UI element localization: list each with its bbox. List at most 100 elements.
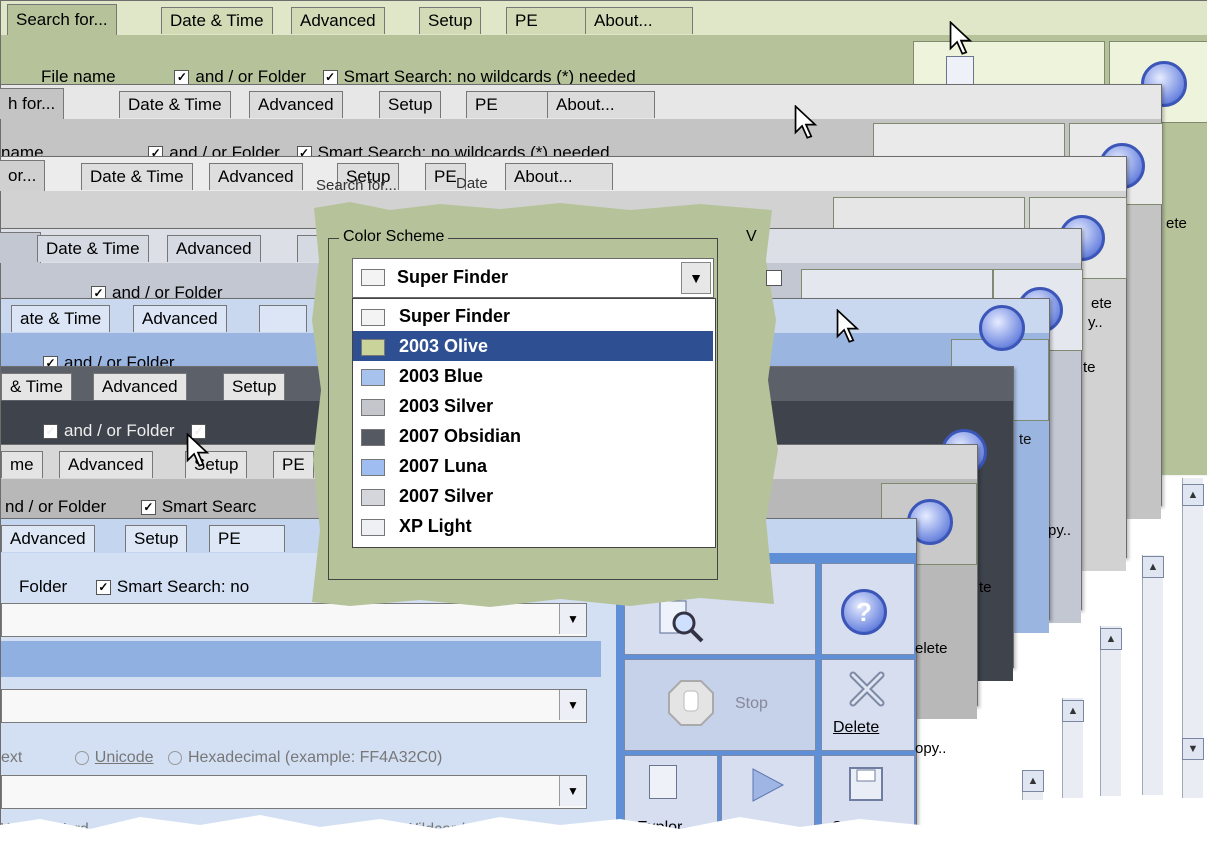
mouse-pointer-icon [836,309,860,343]
tab-search[interactable]: h for... [0,88,65,119]
scheme-icon [361,459,385,476]
section-header [1,641,601,677]
scheme-option-2007-luna[interactable]: 2007 Luna [353,451,713,481]
tab-search[interactable]: or... [0,160,46,191]
chevron-down-icon[interactable]: ▼ [559,690,586,720]
scheme-icon [361,399,385,416]
option-row: Folder ✓ Smart Search: no [19,577,249,597]
text-option-label: ext [1,749,23,766]
tab-pe[interactable]: PE [209,525,285,552]
tab-date-time[interactable]: ate & Time [11,305,111,332]
unicode-label: Unicode [94,749,154,766]
tab-date-time[interactable]: Date & Time [119,91,231,118]
scheme-icon [361,309,385,326]
and-or-folder-checkbox[interactable]: ✓ [43,424,58,440]
tab-search[interactable] [0,232,41,263]
scheme-option-2003-blue[interactable]: 2003 Blue [353,361,713,391]
tab-advanced[interactable]: Advanced [249,91,343,118]
color-scheme-options: Super Finder 2003 Olive 2003 Blue 2003 S… [352,298,716,548]
scheme-option-2003-silver[interactable]: 2003 Silver [353,391,713,421]
delete-label: ete [1166,215,1187,232]
scheme-icon [361,339,385,356]
smart-search-checkbox[interactable]: ✓ [140,500,156,516]
tab-advanced[interactable]: Advanced [59,451,153,478]
stop-hand-icon [668,680,714,726]
tab-setup[interactable]: Setup [125,525,188,552]
delete-label: elete [915,640,948,657]
chevron-up-icon[interactable]: ▲ [1022,770,1044,792]
tab-advanced[interactable]: Advanced [133,305,227,332]
tab-advanced[interactable]: Advanced [291,7,385,34]
tab-setup[interactable]: Setup [223,373,286,400]
copy-label: y.. [1088,314,1103,331]
tab-strip: Search for... Date & Time Advanced Setup… [1,1,1207,35]
tab-me[interactable]: me [1,451,43,478]
overlap-tab-date: Date [456,175,488,192]
tab-advanced[interactable]: Advanced [1,525,95,552]
folder-label: Folder [19,577,68,596]
tab-search[interactable]: Search for... [7,4,117,35]
overlap-tab-text: Search for... [316,177,397,194]
tab-setup[interactable]: Setup [419,7,482,34]
tab-pe[interactable]: PE [466,91,548,118]
explore-icon [649,765,677,799]
delete-x-icon [849,671,885,707]
tab-about[interactable]: About... [505,163,613,190]
torn-bottom-edge [0,815,1207,841]
tab-date-time[interactable]: Date & Time [37,235,149,262]
view-checkbox[interactable] [766,270,782,286]
tab-date-time[interactable]: Date & Time [81,163,193,190]
tab-advanced[interactable]: Advanced [167,235,261,262]
scheme-option-2007-obsidian[interactable]: 2007 Obsidian [353,421,713,451]
chevron-up-icon[interactable]: ▲ [1062,700,1084,722]
mouse-pointer-icon [949,21,973,55]
help-icon: ? [841,589,887,635]
unicode-radio[interactable] [74,750,89,765]
stop-label: Stop [735,695,768,712]
scrollbar-2[interactable] [1142,555,1163,795]
color-scheme-select[interactable]: Super Finder ▼ [352,258,714,298]
screenshot-collage: Search for... Date & Time Advanced Setup… [0,0,1207,841]
smart-search-label: Smart Searc [161,497,257,516]
and-or-folder-label: and / or Folder [64,421,175,440]
tab-pe[interactable]: PE [506,7,588,34]
delete-label: te [979,579,992,596]
hexadecimal-radio[interactable] [167,750,182,765]
tab-advanced[interactable]: Advanced [209,163,303,190]
stop-button[interactable] [624,659,816,751]
and-or-folder-label: nd / or Folder [5,497,107,516]
chevron-down-icon[interactable]: ▼ [681,262,711,294]
scheme-option-2003-olive[interactable]: 2003 Olive [353,331,713,361]
smart-search-checkbox[interactable]: ✓ [322,70,338,86]
chevron-down-icon[interactable]: ▼ [1182,738,1204,760]
tab-advanced[interactable]: Advanced [93,373,187,400]
scheme-icon [361,429,385,446]
scrollbar-3[interactable] [1100,626,1121,796]
scheme-option-super-finder[interactable]: Super Finder [353,301,713,331]
tab-about[interactable]: About... [547,91,655,118]
mouse-pointer-icon [186,433,210,467]
scheme-option-xp-light[interactable]: XP Light [353,511,713,541]
delete-label: Delete [833,719,880,736]
help-icon [979,305,1025,351]
tab-date-time[interactable]: & Time [1,373,72,400]
chevron-up-icon[interactable]: ▲ [1142,556,1164,578]
scheme-icon [361,369,385,386]
and-or-folder-checkbox[interactable]: ✓ [174,70,190,86]
scheme-option-2007-silver[interactable]: 2007 Silver [353,481,713,511]
tab-about[interactable]: About... [585,7,693,34]
tab-setup[interactable]: Setup [379,91,442,118]
tab-setup[interactable] [259,305,307,332]
color-scheme-callout: Color Scheme V Super Finder ▼ Super Find… [310,200,782,610]
folder-combo[interactable]: ▼ [1,689,587,723]
scheme-icon [361,489,385,506]
color-scheme-selected: Super Finder [397,267,509,287]
scheme-icon [361,519,385,536]
chevron-up-icon[interactable]: ▲ [1182,484,1204,506]
delete-label: te [1083,359,1096,376]
tab-pe[interactable]: PE [273,451,314,478]
chevron-up-icon[interactable]: ▲ [1100,628,1122,650]
delete-label: ete [1091,295,1112,312]
tab-date-time[interactable]: Date & Time [161,7,273,34]
smart-search-checkbox[interactable]: ✓ [95,580,111,596]
